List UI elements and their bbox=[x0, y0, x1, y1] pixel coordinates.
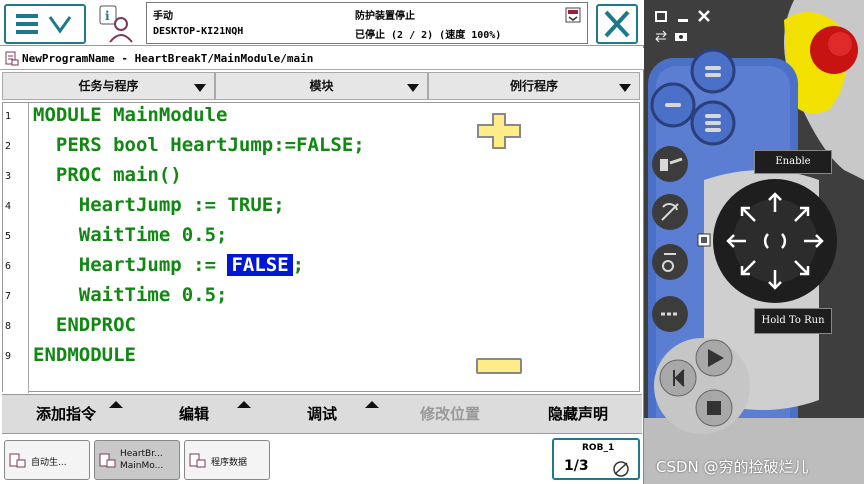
zoom-out-icon[interactable] bbox=[476, 358, 522, 374]
task-label: HeartBr... bbox=[120, 449, 163, 459]
abb-menu-button[interactable] bbox=[4, 4, 86, 44]
tab-label: 例行程序 bbox=[509, 79, 558, 93]
chevron-up-icon bbox=[237, 401, 251, 408]
event-log-icon[interactable]: i bbox=[94, 2, 138, 44]
close-button[interactable] bbox=[596, 4, 638, 44]
modify-position-button[interactable]: 修改位置 bbox=[386, 395, 514, 433]
speed-fraction: 1/3 bbox=[564, 458, 589, 474]
code-editor[interactable]: 1 2 3 4 5 6 7 8 9 MODULE MainModule PERS… bbox=[2, 102, 640, 393]
data-icon bbox=[189, 453, 206, 468]
chevron-down-icon bbox=[619, 84, 631, 92]
controller-name: DESKTOP-KI21NQH bbox=[153, 26, 244, 37]
quickset-robot-button[interactable]: ROB_1 1/3 bbox=[552, 438, 640, 480]
code-line[interactable]: PERS bool HeartJump:=FALSE; bbox=[33, 134, 365, 156]
chevron-down-icon bbox=[407, 84, 419, 92]
mechanical-unit-key[interactable] bbox=[650, 144, 690, 184]
tab-modules[interactable]: 模块 bbox=[215, 72, 428, 100]
controller-state: 防护装置停止 bbox=[355, 11, 415, 22]
robot-name: ROB_1 bbox=[582, 443, 615, 453]
tab-routines[interactable]: 例行程序 bbox=[428, 72, 640, 100]
code-line[interactable]: WaitTime 0.5; bbox=[33, 224, 228, 246]
code-line[interactable]: HeartJump := TRUE; bbox=[33, 194, 285, 216]
flexpendant-device: Enable Hold To Run CSDN @穷的捡破烂儿 bbox=[644, 0, 864, 484]
enable-button[interactable]: Enable bbox=[754, 150, 832, 174]
button-label: 添加指令 bbox=[35, 405, 96, 423]
close-icon bbox=[604, 10, 630, 38]
code-line[interactable]: WaitTime 0.5; bbox=[33, 284, 228, 306]
hold-to-run-button[interactable]: Hold To Run bbox=[754, 308, 832, 334]
line-number: 8 bbox=[5, 321, 12, 332]
line-number: 4 bbox=[5, 201, 12, 212]
top-bar: i 手动 DESKTOP-KI21NQH 防护装置停止 已停止 (2 / 2) … bbox=[0, 0, 644, 46]
start-icon[interactable] bbox=[658, 338, 682, 362]
operating-mode: 手动 bbox=[153, 11, 173, 22]
watermark: CSDN @穷的捡破烂儿 bbox=[656, 458, 809, 476]
code-line[interactable]: PROC main() bbox=[33, 164, 182, 186]
task-label: MainMo... bbox=[120, 461, 164, 471]
tab-tasks-and-programs[interactable]: 任务与程序 bbox=[2, 72, 215, 100]
zoom-in-icon[interactable] bbox=[476, 112, 522, 150]
code-line-selected[interactable]: HeartJump := FALSE; bbox=[33, 254, 304, 276]
hide-declarations-button[interactable]: 隐藏声明 bbox=[514, 395, 642, 433]
button-label: 隐藏声明 bbox=[547, 405, 608, 423]
code-text: HeartJump := bbox=[33, 254, 228, 276]
editor-tabs: 任务与程序 模块 例行程序 bbox=[2, 72, 642, 100]
alternate-key[interactable] bbox=[650, 294, 690, 334]
no-increment-icon bbox=[613, 461, 629, 477]
button-label: 编辑 bbox=[178, 405, 209, 423]
chevron-down-icon bbox=[194, 84, 206, 92]
motion-mode-key[interactable] bbox=[650, 192, 690, 232]
code-text: ; bbox=[292, 254, 305, 276]
button-label: 修改位置 bbox=[419, 405, 480, 423]
minimize-icon[interactable] bbox=[676, 10, 692, 24]
selected-token[interactable]: FALSE bbox=[227, 254, 293, 276]
pendant-screen: i 手动 DESKTOP-KI21NQH 防护装置停止 已停止 (2 / 2) … bbox=[0, 0, 644, 484]
increment-key[interactable] bbox=[650, 242, 690, 282]
tab-label: 模块 bbox=[309, 79, 334, 93]
swap-icon[interactable] bbox=[654, 30, 668, 42]
status-panel: 手动 DESKTOP-KI21NQH 防护装置停止 已停止 (2 / 2) (速… bbox=[146, 2, 588, 44]
taskbar: 自动生... HeartBr... MainMo... 程序数据 ROB_1 1… bbox=[2, 436, 642, 482]
program-file-icon bbox=[99, 453, 116, 468]
line-number: 3 bbox=[5, 171, 12, 182]
programmable-key-1[interactable] bbox=[690, 48, 736, 94]
code-line[interactable]: ENDMODULE bbox=[33, 344, 136, 366]
program-state: 已停止 (2 / 2) (速度 100%) bbox=[355, 30, 502, 41]
task-program-editor[interactable]: HeartBr... MainMo... bbox=[94, 440, 180, 480]
line-number: 5 bbox=[5, 231, 12, 242]
hamburger-icon bbox=[16, 14, 72, 34]
chevron-up-icon bbox=[365, 401, 379, 408]
tab-label: 任务与程序 bbox=[78, 79, 139, 93]
chevron-up-icon bbox=[109, 401, 123, 408]
line-number: 2 bbox=[5, 141, 12, 152]
line-number: 1 bbox=[5, 111, 12, 122]
breadcrumb: NewProgramName - HeartBreakT/MainModule/… bbox=[0, 48, 644, 70]
line-number: 7 bbox=[5, 291, 12, 302]
restore-icon[interactable] bbox=[654, 10, 670, 24]
svg-text:i: i bbox=[105, 9, 110, 23]
command-bar: 添加指令 编辑 调试 修改位置 隐藏声明 bbox=[2, 394, 642, 434]
camera-icon[interactable] bbox=[674, 30, 688, 42]
button-label: 调试 bbox=[306, 405, 337, 423]
close-icon[interactable] bbox=[696, 8, 712, 24]
window-icon bbox=[9, 453, 26, 468]
programmable-key-3[interactable] bbox=[690, 100, 736, 146]
task-autogen[interactable]: 自动生... bbox=[4, 440, 90, 480]
code-line[interactable]: ENDPROC bbox=[33, 314, 136, 336]
line-number: 6 bbox=[5, 261, 12, 272]
task-program-data[interactable]: 程序数据 bbox=[184, 440, 270, 480]
line-number: 9 bbox=[5, 351, 12, 362]
quickset-icon[interactable] bbox=[565, 7, 581, 23]
program-file-icon bbox=[5, 51, 19, 66]
task-label: 自动生... bbox=[31, 458, 67, 468]
joystick-lock-icon[interactable] bbox=[696, 232, 712, 248]
breadcrumb-path: NewProgramName - HeartBreakT/MainModule/… bbox=[22, 52, 314, 65]
task-label: 程序数据 bbox=[211, 458, 248, 468]
code-line[interactable]: MODULE MainModule bbox=[33, 104, 227, 126]
line-number-gutter: 1 2 3 4 5 6 7 8 9 bbox=[3, 103, 29, 393]
joystick[interactable] bbox=[710, 176, 840, 306]
